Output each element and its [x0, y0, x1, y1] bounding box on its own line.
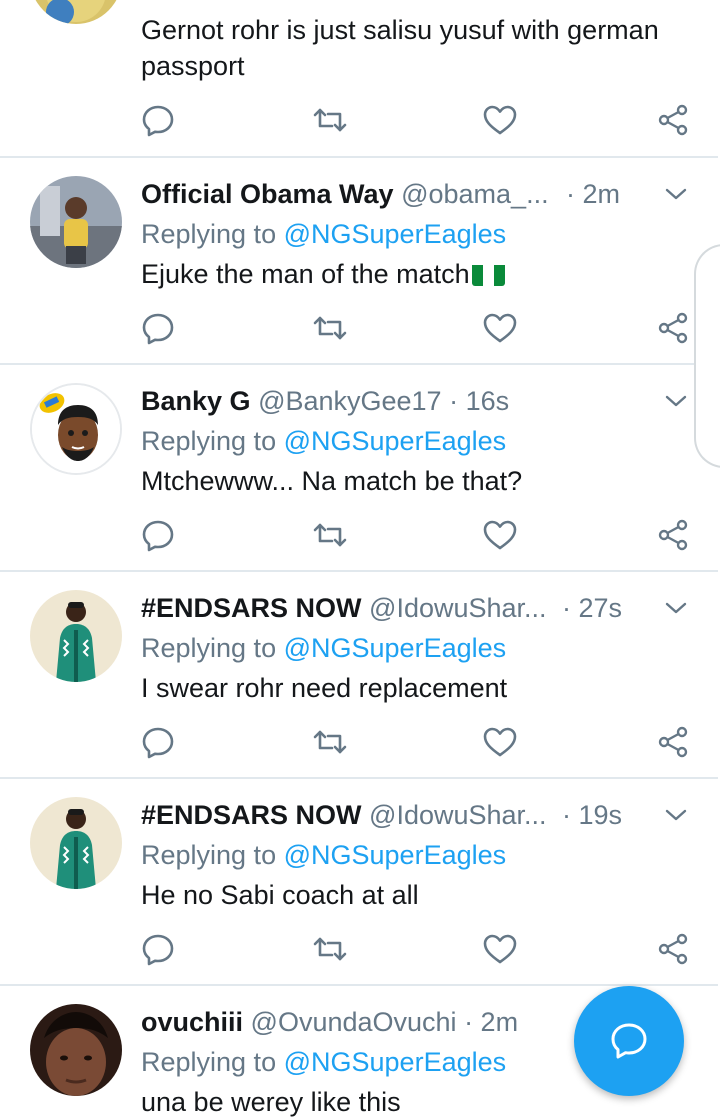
replying-to-label: Replying to: [141, 1047, 277, 1077]
replying-to: Replying to @NGSuperEagles: [141, 423, 506, 459]
divider: [0, 363, 718, 365]
divider: [0, 984, 718, 986]
tweet-text: Mtchewww... Na match be that?: [141, 466, 523, 496]
divider: [0, 777, 718, 779]
timestamp: · 16s: [449, 386, 510, 416]
mention-link[interactable]: @NGSuperEagles: [284, 840, 507, 870]
display-name[interactable]: ovuchiii: [141, 1007, 243, 1037]
handle[interactable]: @IdowuShar...: [369, 800, 547, 830]
display-name[interactable]: #ENDSARS NOW: [141, 800, 362, 830]
tweet-header: Banky G @BankyGee17 · 16s: [141, 383, 641, 419]
handle[interactable]: @BankyGee17: [258, 386, 442, 416]
replying-to-label: Replying to: [141, 633, 277, 663]
tweet-header: ovuchiii @OvundaOvuchi · 2m: [141, 1004, 641, 1040]
avatar[interactable]: [30, 176, 122, 268]
heart-icon[interactable]: [482, 931, 518, 967]
compose-reply-button[interactable]: [574, 986, 684, 1096]
replying-to: Replying to @NGSuperEagles: [141, 837, 506, 873]
share-icon[interactable]: [655, 310, 691, 346]
tweet-text: He no Sabi coach at all: [141, 880, 419, 910]
tweet-actions: [0, 517, 720, 557]
tweet[interactable]: Banky G @BankyGee17 · 16s Replying to @N…: [0, 383, 720, 569]
replying-to-label: Replying to: [141, 840, 277, 870]
mention-link[interactable]: @NGSuperEagles: [284, 633, 507, 663]
heart-icon[interactable]: [482, 102, 518, 138]
avatar[interactable]: [30, 797, 122, 889]
heart-icon[interactable]: [482, 724, 518, 760]
mention-link[interactable]: @NGSuperEagles: [284, 219, 507, 249]
tweet-text: Gernot rohr is just salisu yusuf with ge…: [141, 15, 659, 81]
avatar[interactable]: [30, 590, 122, 682]
compose-reply-icon: [611, 1023, 647, 1059]
share-icon[interactable]: [655, 724, 691, 760]
replying-to-label: Replying to: [141, 219, 277, 249]
share-icon[interactable]: [655, 517, 691, 553]
retweet-icon[interactable]: [312, 310, 348, 346]
avatar[interactable]: [30, 0, 122, 24]
tweet-text-content: Ejuke the man of the match: [141, 259, 470, 289]
replying-to-label: Replying to: [141, 426, 277, 456]
handle[interactable]: @IdowuShar...: [369, 593, 547, 623]
retweet-icon[interactable]: [312, 517, 348, 553]
reply-icon[interactable]: [140, 102, 176, 138]
tweet-actions: [0, 102, 720, 142]
flag-nigeria-icon: [471, 262, 505, 286]
tweet-partial[interactable]: Gernot rohr is just salisu yusuf with ge…: [0, 0, 720, 156]
mention-link[interactable]: @NGSuperEagles: [284, 1047, 507, 1077]
handle[interactable]: @OvundaOvuchi: [251, 1007, 457, 1037]
tweet-actions: [0, 931, 720, 971]
share-icon[interactable]: [655, 102, 691, 138]
tweet[interactable]: Official Obama Way @obama_... · 2m Reply…: [0, 176, 720, 362]
reply-icon[interactable]: [140, 310, 176, 346]
divider: [0, 570, 718, 572]
retweet-icon[interactable]: [312, 931, 348, 967]
tweet[interactable]: #ENDSARS NOW @IdowuShar... · 27s Replyin…: [0, 590, 720, 776]
reply-icon[interactable]: [140, 724, 176, 760]
timestamp: · 27s: [562, 593, 623, 623]
tweet-actions: [0, 310, 720, 350]
display-name[interactable]: Banky G: [141, 386, 251, 416]
tweet[interactable]: #ENDSARS NOW @IdowuShar... · 19s Replyin…: [0, 797, 720, 983]
chevron-down-icon[interactable]: [664, 389, 688, 413]
replying-to: Replying to @NGSuperEagles: [141, 216, 506, 252]
heart-icon[interactable]: [482, 517, 518, 553]
retweet-icon[interactable]: [312, 724, 348, 760]
replying-to: Replying to @NGSuperEagles: [141, 630, 506, 666]
avatar[interactable]: [30, 383, 122, 475]
chevron-down-icon[interactable]: [664, 803, 688, 827]
timestamp: · 19s: [562, 800, 623, 830]
reply-icon[interactable]: [140, 931, 176, 967]
edge-panel-handle[interactable]: [694, 244, 720, 468]
tweet-actions: [0, 724, 720, 764]
retweet-icon[interactable]: [312, 102, 348, 138]
divider: [0, 156, 718, 158]
display-name[interactable]: Official Obama Way: [141, 179, 394, 209]
chevron-down-icon[interactable]: [664, 596, 688, 620]
share-icon[interactable]: [655, 931, 691, 967]
timestamp: · 2m: [566, 179, 620, 209]
tweet-text: Ejuke the man of the match: [141, 256, 701, 292]
mention-link[interactable]: @NGSuperEagles: [284, 426, 507, 456]
reply-icon[interactable]: [140, 517, 176, 553]
heart-icon[interactable]: [482, 310, 518, 346]
timestamp: · 2m: [464, 1007, 519, 1037]
avatar[interactable]: [30, 1004, 122, 1096]
handle[interactable]: @obama_...: [401, 179, 549, 209]
chevron-down-icon[interactable]: [664, 182, 688, 206]
tweet-text: I swear rohr need replacement: [141, 673, 508, 703]
display-name[interactable]: #ENDSARS NOW: [141, 593, 362, 623]
replying-to: Replying to @NGSuperEagles: [141, 1044, 506, 1080]
